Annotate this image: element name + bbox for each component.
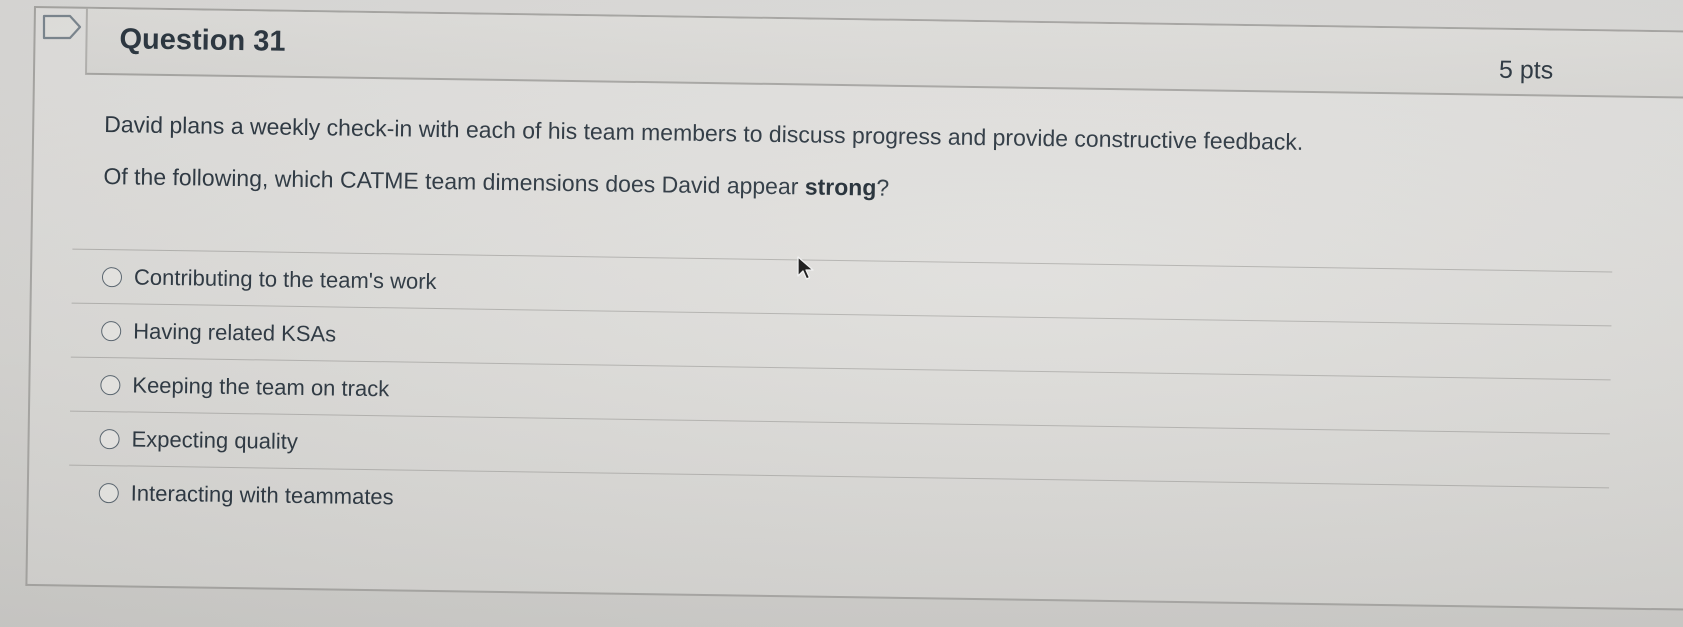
answer-label[interactable]: Contributing to the team's work xyxy=(134,264,437,294)
radio-button[interactable] xyxy=(101,266,123,287)
subprompt-emphasis: strong xyxy=(804,173,877,201)
answer-label[interactable]: Expecting quality xyxy=(131,426,298,454)
question-body: David plans a weekly check-in with each … xyxy=(103,109,1584,235)
subprompt-end: ? xyxy=(876,174,890,201)
mouse-pointer-icon xyxy=(797,256,814,280)
question-header: Question 31 5 pts xyxy=(84,8,1683,99)
question-points: 5 pts xyxy=(1498,55,1554,85)
question-title: Question 31 xyxy=(119,23,286,58)
radio-button[interactable] xyxy=(99,428,120,449)
radio-button[interactable] xyxy=(98,482,119,503)
question-subprompt: Of the following, which CATME team dimen… xyxy=(103,161,1583,213)
radio-button[interactable] xyxy=(100,374,121,395)
radio-button[interactable] xyxy=(101,320,122,341)
subprompt-text: Of the following, which CATME team dimen… xyxy=(103,163,806,200)
flag-question-icon[interactable] xyxy=(42,14,86,40)
page-background: Question 31 5 pts David plans a weekly c… xyxy=(0,0,1683,627)
answer-label[interactable]: Interacting with teammates xyxy=(131,480,394,510)
answer-label[interactable]: Having related KSAs xyxy=(133,318,336,347)
question-prompt: David plans a weekly check-in with each … xyxy=(104,111,1304,155)
question-card: Question 31 5 pts David plans a weekly c… xyxy=(25,6,1683,611)
answer-list: Contributing to the team's work Having r… xyxy=(68,248,1613,542)
answer-label[interactable]: Keeping the team on track xyxy=(132,372,389,402)
